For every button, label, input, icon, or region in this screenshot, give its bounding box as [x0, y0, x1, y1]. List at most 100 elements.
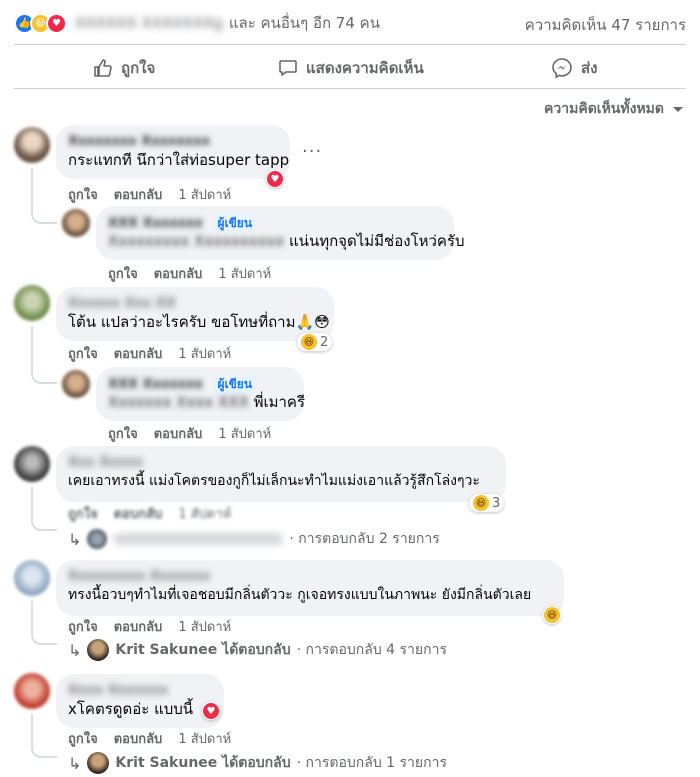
timestamp[interactable]: 1 สัปดาห์ — [178, 728, 231, 749]
comment-filter[interactable]: ความคิดเห็นทั้งหมด — [544, 98, 684, 120]
reactor-name: XXXXXX XXXXXXXg — [75, 14, 223, 32]
divider-top — [14, 44, 686, 45]
speech-bubble-icon — [279, 60, 297, 76]
comment-author[interactable]: Xxxxxxxx Xxxxxxxx — [68, 133, 278, 150]
replier-name: Krit Sakunee ได้ตอบกลับ — [115, 642, 291, 658]
reply-link[interactable]: ตอบกลับ — [154, 263, 203, 284]
comment-text: โต้น แปลว่าอะไรครับ ขอโทษที่ถาม🙏😳 — [68, 313, 330, 331]
like-link[interactable]: ถูกใจ — [68, 184, 98, 205]
reply-author[interactable]: XXX Xxxxxxx — [108, 377, 203, 392]
avatar[interactable] — [62, 209, 90, 237]
avatar[interactable] — [14, 560, 50, 596]
love-reaction-icon: ♥ — [46, 12, 67, 34]
avatar — [87, 639, 110, 661]
reply-bubble: XXX Xxxxxxx ผู้เขียน Xxxxxxx Xxxx XXX พี… — [96, 367, 305, 421]
love-reaction-icon: ♥ — [267, 171, 283, 187]
comment-text: x︎โคตรดูดอ่ะ แบบนี้ — [68, 700, 194, 718]
like-link[interactable]: ถูกใจ — [108, 423, 138, 444]
comment-reactions[interactable]: 😆 2 — [297, 333, 333, 351]
comment-button[interactable]: แสดงความคิดเห็น — [278, 56, 424, 80]
thread-line — [31, 168, 57, 224]
tagged-name[interactable]: Xxxxxxxxx Xxxxxxxxxx — [108, 232, 284, 250]
divider-actions — [14, 88, 686, 89]
replier-name — [113, 533, 284, 545]
view-replies[interactable]: ↳ Krit Sakunee ได้ตอบกลับ · การตอบกลับ 1… — [68, 752, 447, 774]
like-button[interactable]: ถูกใจ — [93, 56, 155, 80]
reply-author-row: XXX Xxxxxxx ผู้เขียน — [108, 214, 442, 233]
like-link[interactable]: ถูกใจ — [108, 263, 138, 284]
avatar[interactable] — [14, 127, 50, 163]
avatar[interactable] — [14, 673, 50, 709]
like-link[interactable]: ถูกใจ — [68, 343, 98, 364]
thread-line — [31, 326, 57, 384]
thread-line — [31, 714, 57, 758]
comment-author[interactable]: Xxxxxx Xxx XX — [68, 295, 322, 312]
reply-author[interactable]: XXX Xxxxxxx — [108, 216, 203, 231]
reply-count: · การตอบกลับ 4 รายการ — [296, 642, 447, 658]
tagged-name[interactable]: Xxxxxxx Xxxx XXX — [108, 393, 249, 411]
comment-bubble: Xxxx Xxxxxxx x︎โคตรดูดอ่ะ แบบนี้ — [56, 674, 224, 728]
reply-count: · การตอบกลับ 1 รายการ — [296, 755, 447, 771]
reply-link[interactable]: ตอบกลับ — [114, 616, 163, 637]
reply-count: · การตอบกลับ 2 รายการ — [289, 531, 440, 547]
comment-reactions[interactable]: 😆 — [543, 606, 561, 624]
like-link[interactable]: ถูกใจ — [68, 616, 98, 637]
timestamp[interactable]: 1 สัปดาห์ — [178, 343, 231, 364]
timestamp[interactable]: 1 สัปดาห์ — [218, 423, 271, 444]
avatar[interactable] — [14, 285, 50, 321]
timestamp[interactable]: 1 สัปดาห์ — [178, 616, 231, 637]
timestamp[interactable]: 1 สัปดาห์ — [218, 263, 271, 284]
like-link[interactable]: ถูกใจ — [68, 728, 98, 749]
reply-text: พี่เมาครี — [253, 393, 306, 411]
comment-text: กระแทกที นึกว่าใส่ท่อsuper tapp — [68, 151, 290, 169]
send-button-label: ส่ง — [581, 59, 598, 77]
reply-link[interactable]: ตอบกลับ — [114, 728, 163, 749]
comment-meta: ถูกใจ ตอบกลับ 1 สัปดาห์ — [68, 616, 231, 637]
reply-link[interactable]: ตอบกลับ — [114, 343, 163, 364]
comment-meta: ถูกใจ ตอบกลับ 1 สัปดาห์ — [68, 343, 231, 364]
avatar — [87, 752, 110, 774]
comment-reactions[interactable]: 😆 3 — [469, 494, 505, 512]
comment-meta: ถูกใจ ตอบกลับ 1 สัปดาห์ — [68, 184, 231, 205]
comment-author[interactable]: Xxx Xxxxx — [68, 454, 494, 471]
reactions-summary[interactable]: 👍 😆 ♥ XXXXXX XXXXXXXg และ คนอื่นๆ อีก 74… — [14, 11, 380, 35]
reply-link[interactable]: ตอบกลับ — [154, 423, 203, 444]
view-replies[interactable]: ↳ Krit Sakunee ได้ตอบกลับ · การตอบกลับ 4… — [68, 639, 447, 661]
comment-author[interactable]: Xxxxxxxxx Xxxxxxx — [68, 568, 552, 585]
caret-down-icon — [673, 107, 683, 112]
messenger-icon — [552, 58, 572, 79]
replier-name: Krit Sakunee ได้ตอบกลับ — [115, 755, 291, 771]
comment-text: เคยเอาทรงนี้ แม่งโคตรของกูก็ไม่เล็กนะทำไ… — [68, 473, 480, 489]
timestamp[interactable]: 1 สัปดาห์ — [178, 184, 231, 205]
comment-button-label: แสดงความคิดเห็น — [306, 59, 424, 77]
thread-line — [31, 487, 57, 531]
reply-text-row: Xxxxxxxxx Xxxxxxxxxx แน่นทุกจุดไม่มีช่อง… — [108, 231, 465, 251]
reply-text-row: Xxxxxxx Xxxx XXX พี่เมาครี — [108, 392, 305, 412]
reply-link[interactable]: ตอบกลับ — [114, 503, 163, 524]
reply-link[interactable]: ตอบกลับ — [114, 184, 163, 205]
comment-bubble: Xxxxxxxx Xxxxxxxx กระแทกที นึกว่าใส่ท่อs… — [56, 125, 290, 179]
comment-meta: ถูกใจ ตอบกลับ 1 สัปดาห์ — [68, 503, 231, 524]
timestamp[interactable]: 1 สัปดาห์ — [178, 503, 231, 524]
reply-meta: ถูกใจ ตอบกลับ 1 สัปดาห์ — [108, 263, 271, 284]
comment-bubble: Xxxxxxxxx Xxxxxxx ทรงนี้อวบๆทำไมที่เจอชอ… — [56, 560, 564, 616]
comment-options-icon[interactable]: ··· — [302, 141, 322, 162]
view-replies[interactable]: ↳ · การตอบกลับ 2 รายการ — [68, 528, 440, 550]
reaction-count: 2 — [320, 334, 329, 350]
reply-arrow-icon: ↳ — [68, 640, 82, 660]
send-button[interactable]: ส่ง — [551, 56, 597, 80]
haha-reaction-icon: 😆 — [544, 607, 560, 623]
avatar[interactable] — [14, 446, 50, 482]
haha-reaction-icon: 😆 — [473, 495, 489, 511]
comment-author[interactable]: Xxxx Xxxxxxx — [68, 682, 212, 699]
haha-reaction-icon: 😆 — [301, 334, 317, 350]
comment-reactions[interactable]: ♥ — [202, 702, 220, 720]
comment-reactions[interactable]: ♥ — [266, 170, 284, 188]
comment-filter-label: ความคิดเห็นทั้งหมด — [544, 101, 664, 117]
comment-count[interactable]: ความคิดเห็น 47 รายการ — [525, 13, 686, 37]
avatar — [87, 529, 108, 549]
love-reaction-icon: ♥ — [203, 703, 219, 719]
like-link[interactable]: ถูกใจ — [68, 503, 98, 524]
comment-bubble: Xxx Xxxxx เคยเอาทรงนี้ แม่งโคตรของกูก็ไม… — [56, 446, 506, 502]
avatar[interactable] — [62, 370, 90, 398]
